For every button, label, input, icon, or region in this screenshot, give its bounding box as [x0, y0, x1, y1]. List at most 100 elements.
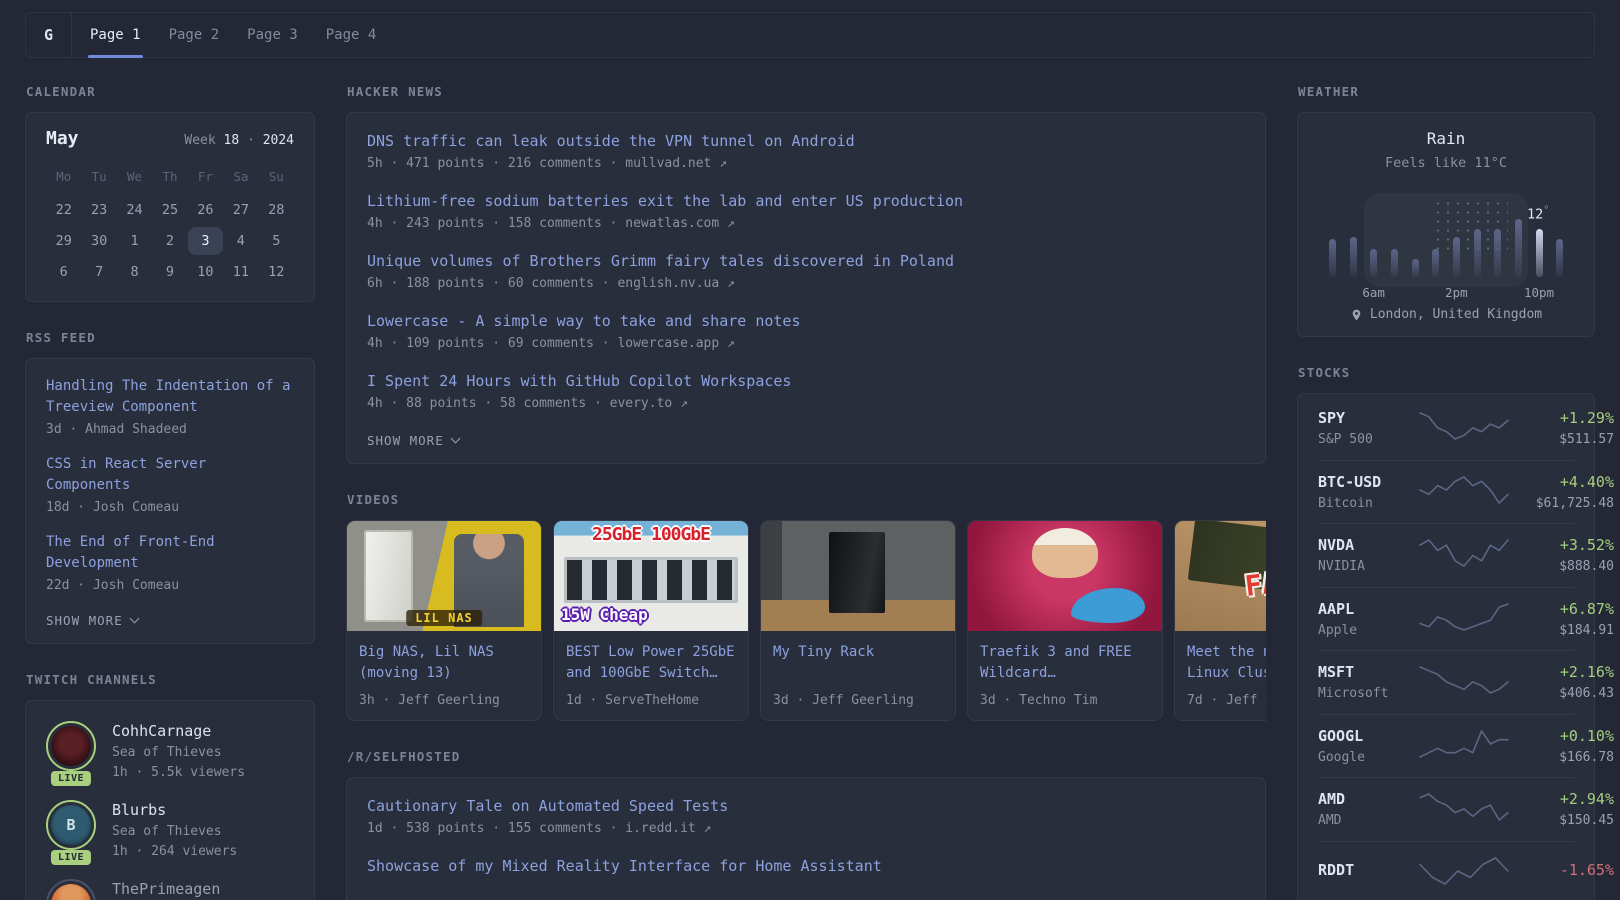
avatar: B — [46, 800, 96, 850]
calendar-month: May — [46, 128, 79, 149]
video-card[interactable]: LIL NAS Big NAS, Lil NAS (moving 13) 3h … — [346, 520, 542, 721]
video-thumbnail: LIL NAS — [347, 521, 541, 631]
calendar-day-cell: 1 — [130, 233, 139, 249]
twitch-viewers-meta: 1h · 264 viewers — [112, 844, 238, 859]
feed-item-meta: 4h · 88 points · 58 comments · every.to … — [367, 396, 688, 411]
reddit-section: /R/SELFHOSTED Cautionary Tale on Automat… — [346, 749, 1266, 900]
feed-item-title-link[interactable]: DNS traffic can leak outside the VPN tun… — [367, 130, 1245, 152]
twitch-section: TWITCH CHANNELS LIVE CohhCarnage Sea of … — [25, 672, 315, 900]
app-logo[interactable]: G — [26, 13, 72, 57]
twitch-channel-row[interactable]: LIVE CohhCarnage Sea of Thieves 1h · 5.5… — [46, 721, 294, 786]
feed-item: Showcase of my Mixed Reality Interface f… — [367, 855, 1245, 877]
twitch-channel-row[interactable]: ThePrimeagen — [46, 879, 294, 900]
page-tabs: Page 1 Page 2 Page 3 Page 4 — [76, 13, 391, 58]
feed-item-meta: 18d · Josh Comeau — [46, 500, 180, 515]
weather-section: WEATHER Rain Feels like 11°C 12° 6am 2pm 10… — [1297, 84, 1595, 337]
temperature-bar — [1494, 229, 1502, 277]
calendar-day-cell: 28 — [268, 202, 285, 218]
stock-row[interactable]: MSFT Microsoft +2.16% $406.43 — [1318, 650, 1614, 714]
video-title: BEST Low Power 25GbE and 100GbE Switch… — [566, 644, 735, 681]
feed-item-title-link[interactable]: I Spent 24 Hours with GitHub Copilot Wor… — [367, 370, 1245, 392]
stock-symbol: RDDT — [1318, 861, 1355, 880]
stock-row[interactable]: GOOGL Google +0.10% $166.78 — [1318, 713, 1614, 778]
feed-item-title-link[interactable]: Lithium-free sodium batteries exit the l… — [367, 190, 1245, 212]
hn-show-more-button[interactable]: SHOW MORE — [367, 433, 461, 448]
stock-change: -1.65% — [1559, 861, 1614, 880]
video-meta: 1d · ServeTheHome — [566, 693, 700, 708]
video-card[interactable]: 25GbE 100GbE 15W Cheap BEST Low Power 25G… — [553, 520, 749, 721]
temperature-bar — [1535, 229, 1543, 277]
page-tab[interactable]: Page 3 — [233, 13, 312, 57]
video-card[interactable]: FAS Meet the new Linux Cluster… 7d · Jef… — [1174, 520, 1266, 721]
stock-price: $166.78 — [1559, 749, 1614, 765]
video-meta: 3h · Jeff Geerling — [359, 693, 500, 708]
page-tab[interactable]: Page 2 — [155, 13, 234, 57]
feed-item-title-link[interactable]: Unique volumes of Brothers Grimm fairy t… — [367, 250, 1245, 272]
stock-symbol: SPY — [1318, 408, 1346, 427]
right-column: WEATHER Rain Feels like 11°C 12° 6am 2pm 10… — [1297, 84, 1614, 900]
video-title: Traefik 3 and FREE Wildcard… — [980, 644, 1132, 681]
stock-sparkline — [1418, 473, 1510, 511]
calendar-day-cell: 22 — [55, 202, 72, 218]
feed-item-title-link[interactable]: CSS in React Server Components — [46, 454, 294, 496]
rss-show-more-button[interactable]: SHOW MORE — [46, 613, 140, 628]
page-tab[interactable]: Page 4 — [312, 13, 391, 57]
video-card[interactable]: Traefik 3 and FREE Wildcard… 3d · Techno… — [967, 520, 1163, 721]
calendar-day-cell: 8 — [130, 264, 139, 280]
stock-row[interactable]: AMD AMD +2.94% $150.45 — [1318, 777, 1614, 841]
video-thumbnail: FAS — [1175, 521, 1266, 631]
chevron-down-icon — [129, 613, 140, 624]
middle-column: HACKER NEWS DNS traffic can leak outside… — [346, 84, 1266, 900]
feed-item-meta: 5h · 471 points · 216 comments · mullvad… — [367, 156, 728, 171]
calendar-widget: May Week 18 · 2024 Mo Tu We Th Fr Sa Su 22 23 24… — [25, 112, 315, 302]
page-tab[interactable]: Page 1 — [76, 13, 155, 58]
calendar-section: CALENDAR May Week 18 · 2024 Mo Tu We Th Fr Sa… — [25, 84, 315, 302]
stock-price: $888.40 — [1559, 559, 1614, 575]
twitch-channel-row[interactable]: B LIVE Blurbs Sea of Thieves 1h · 264 vi… — [46, 800, 294, 865]
feed-item-title-link[interactable]: The End of Front-End Development — [46, 532, 294, 574]
calendar-day-headers: Mo Tu We Th Fr Sa Su — [46, 169, 294, 184]
stock-row[interactable]: SPY S&P 500 +1.29% $511.57 — [1318, 396, 1614, 460]
stock-symbol: NVDA — [1318, 536, 1355, 555]
stock-change: +4.40% — [1559, 472, 1614, 491]
calendar-day-cell: 6 — [59, 264, 68, 280]
current-temperature-label: 12° — [1527, 205, 1550, 223]
stock-row[interactable]: RDDT -1.65% — [1318, 840, 1614, 900]
video-meta: 7d · Jeff Geerling — [1187, 693, 1266, 708]
feed-item-title-link[interactable]: Handling The Indentation of a Treeview C… — [46, 376, 294, 418]
section-heading: CALENDAR — [26, 84, 96, 99]
live-badge: LIVE — [50, 850, 92, 865]
calendar-day-cell: 9 — [165, 264, 175, 280]
stock-name: NVIDIA — [1318, 559, 1365, 575]
stock-row[interactable]: BTC-USD Bitcoin +4.40% $61,725.48 — [1318, 459, 1614, 524]
stock-name: Google — [1318, 749, 1365, 765]
stock-price: $150.45 — [1559, 813, 1614, 829]
avatar — [46, 721, 96, 771]
stock-price: $184.91 — [1559, 622, 1614, 638]
video-meta: 3d · Techno Tim — [980, 693, 1098, 708]
temperature-bar — [1349, 237, 1357, 277]
stock-row[interactable]: AAPL Apple +6.87% $184.91 — [1318, 586, 1614, 651]
temperature-bar — [1390, 249, 1398, 277]
feed-item-title-link[interactable]: Cautionary Tale on Automated Speed Tests — [367, 795, 1245, 817]
video-card[interactable]: My Tiny Rack 3d · Jeff Geerling — [760, 520, 956, 721]
stock-change: +6.87% — [1559, 599, 1614, 618]
stock-sparkline — [1418, 409, 1510, 447]
feed-item-meta: 6h · 188 points · 60 comments · english.… — [367, 276, 735, 291]
twitch-channel-name: CohhCarnage — [112, 722, 212, 740]
temperature-bar — [1411, 259, 1419, 277]
rss-widget: Handling The Indentation of a Treeview C… — [25, 358, 315, 644]
calendar-day-cell: 26 — [197, 202, 214, 218]
stock-row[interactable]: NVDA NVIDIA +3.52% $888.40 — [1318, 523, 1614, 587]
videos-carousel: LIL NAS Big NAS, Lil NAS (moving 13) 3h … — [346, 520, 1266, 721]
section-heading: STOCKS — [1298, 365, 1351, 380]
section-heading: WEATHER — [1298, 84, 1360, 99]
video-thumbnail: 25GbE 100GbE 15W Cheap — [554, 521, 748, 631]
calendar-dow-label: Su — [268, 169, 284, 184]
feed-item-title-link[interactable]: Lowercase - A simple way to take and sha… — [367, 310, 1245, 332]
feed-item: Lowercase - A simple way to take and sha… — [367, 310, 1245, 351]
feed-item: Cautionary Tale on Automated Speed Tests… — [367, 795, 1245, 836]
stocks-section: STOCKS SPY S&P 500 +1.29% $511.57 BTC-US… — [1297, 365, 1614, 900]
calendar-dow-label: Th — [162, 169, 178, 184]
feed-item-title-link[interactable]: Showcase of my Mixed Reality Interface f… — [367, 855, 1245, 877]
